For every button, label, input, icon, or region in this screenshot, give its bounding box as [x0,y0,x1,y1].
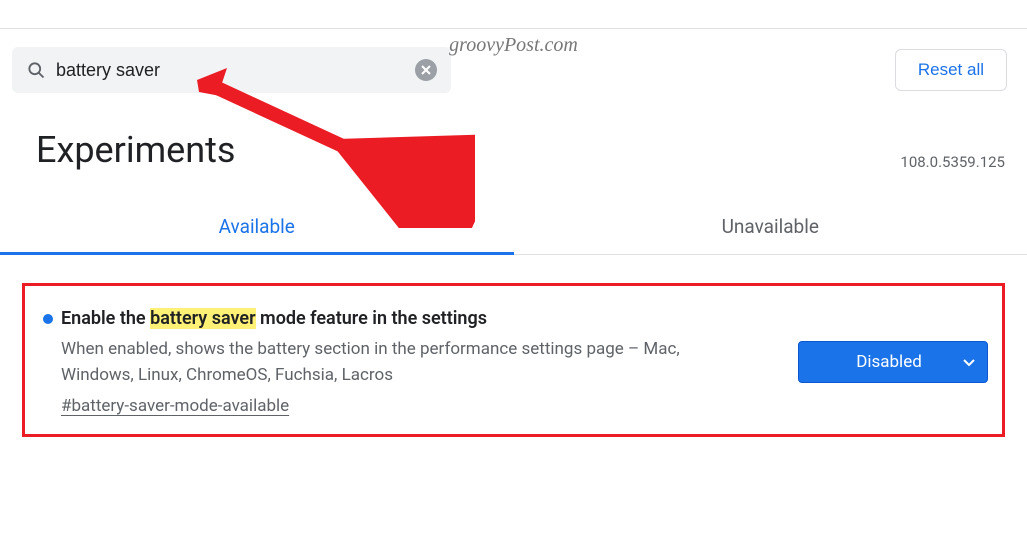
clear-search-button[interactable] [415,59,437,81]
tab-available[interactable]: Available [0,199,514,254]
chevron-down-icon [963,352,975,372]
header-row: Reset all [0,29,1027,111]
reset-all-button[interactable]: Reset all [895,49,1007,91]
close-icon [420,64,432,76]
page-title: Experiments [36,129,235,171]
flag-title: Enable the battery saver mode feature in… [61,308,487,329]
flag-item: Enable the battery saver mode feature in… [22,283,1005,437]
search-input[interactable] [56,60,415,81]
flag-id-link[interactable]: #battery-saver-mode-available [61,396,778,416]
flag-description: When enabled, shows the battery section … [61,337,701,388]
flag-title-post: mode feature in the settings [256,308,487,329]
tabs: Available Unavailable [0,199,1027,255]
search-box[interactable] [12,47,451,93]
version-text: 108.0.5359.125 [900,153,1005,171]
search-icon [26,60,46,80]
flag-title-pre: Enable the [61,308,150,329]
flag-title-row: Enable the battery saver mode feature in… [43,308,778,329]
title-row: Experiments 108.0.5359.125 [0,111,1027,181]
tab-unavailable[interactable]: Unavailable [514,199,1027,254]
flag-title-highlight: battery saver [150,308,255,329]
flag-info: Enable the battery saver mode feature in… [39,308,778,416]
flag-dropdown[interactable]: Disabled [798,341,988,383]
modified-dot-icon [43,314,53,324]
flag-dropdown-value: Disabled [856,352,922,372]
